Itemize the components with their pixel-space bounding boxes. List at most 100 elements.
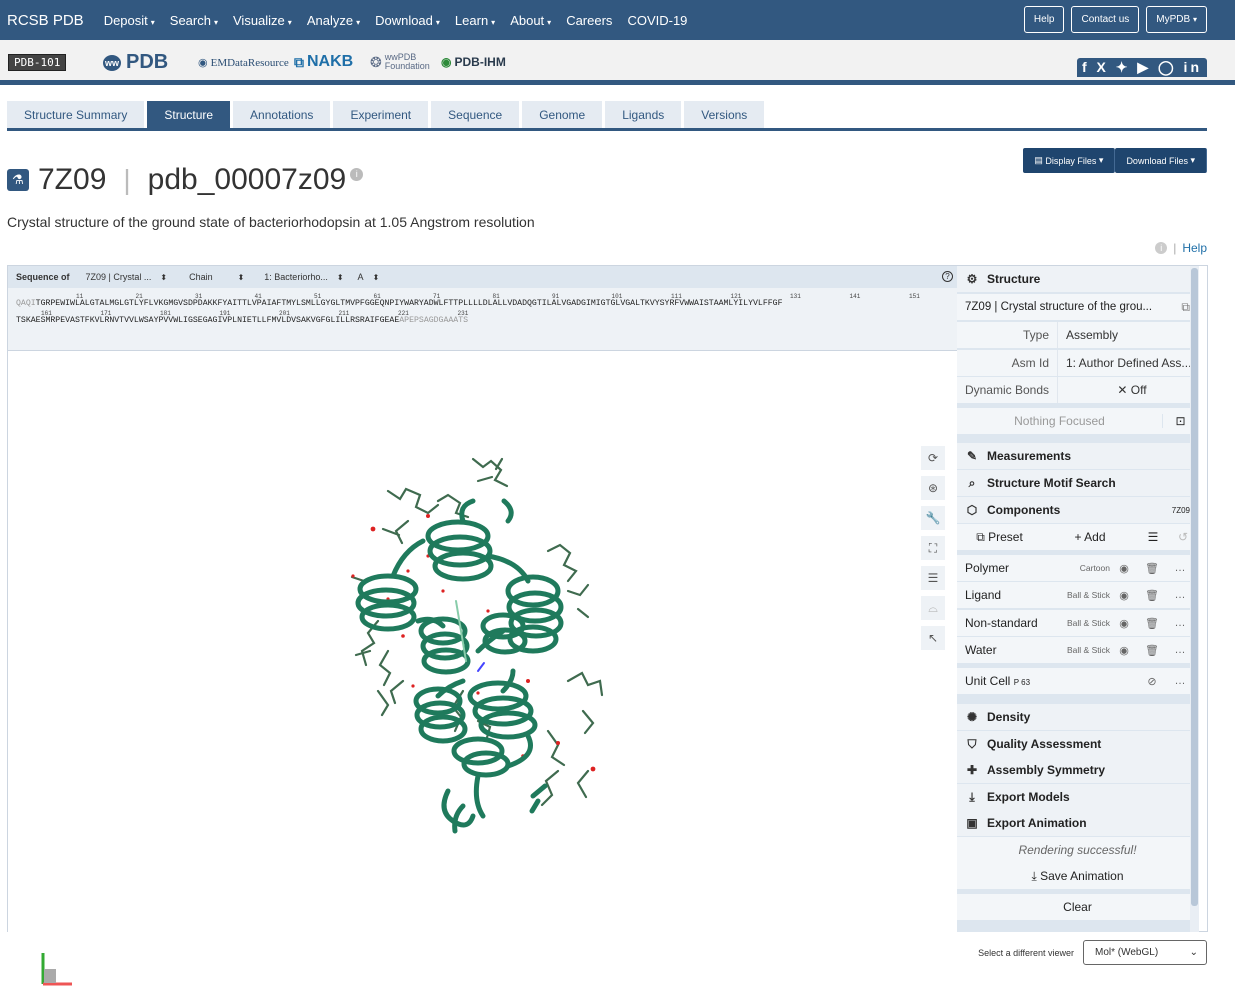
add-button[interactable]: + Add [1042, 530, 1138, 544]
eye-icon[interactable]: ◉ [1110, 617, 1138, 630]
sequence-line-2[interactable]: TSKAESMRPEVASTFKVLRNVTVVLWSAYPVVWLIGSEGA… [16, 316, 468, 325]
axes-indicator [41, 953, 72, 986]
chain-id-select[interactable]: A ⬍ [358, 272, 380, 282]
partner-bar: PDB-101 ww PDB ◉ EMDataResource ⧉ NAKB ❂ wwP… [0, 40, 1235, 85]
rendering-status: Rendering successful! [957, 837, 1198, 863]
nav-deposit[interactable]: Deposit ▾ [104, 13, 155, 28]
asm-value[interactable]: 1: Author Defined Ass... [1057, 350, 1198, 376]
trash-icon[interactable]: 🗑 [1138, 617, 1166, 630]
residue-number: 131 [790, 293, 801, 300]
select-cursor-icon[interactable]: ↖ [921, 626, 945, 650]
panel-scrollbar[interactable] [1190, 266, 1199, 932]
quality-header[interactable]: ⛉ Quality Assessment [957, 731, 1198, 757]
puzzle-icon: ✚ [966, 763, 978, 777]
molecule-render[interactable] [8, 351, 958, 932]
emdataresource-logo[interactable]: ◉ EMDataResource [198, 56, 289, 70]
eye-icon[interactable]: ◉ [1110, 644, 1138, 657]
nav-about[interactable]: About ▾ [510, 13, 551, 28]
wrench-icon[interactable]: 🔧 [921, 506, 945, 530]
component-polymer[interactable]: Polymer Cartoon ◉ 🗑… [957, 555, 1198, 581]
tab-versions[interactable]: Versions [684, 101, 765, 128]
clear-button[interactable]: Clear [957, 894, 1198, 920]
mypdb-button[interactable]: MyPDB ▾ [1146, 6, 1207, 33]
tab-structure[interactable]: Structure [147, 101, 231, 128]
export-models-header[interactable]: ⤓ Export Models [957, 784, 1198, 810]
top-navbar: RCSB PDB Deposit ▾ Search ▾ Visualize ▾ Ana… [0, 0, 1235, 40]
nav-careers[interactable]: Careers [566, 13, 612, 28]
brand-link[interactable]: RCSB PDB [7, 12, 84, 29]
chain-select[interactable]: Chain ⬍ [189, 272, 244, 282]
sequence-line-1[interactable]: QAQITGRPEWIWLALGTALMGLGTLYFLVKGMGVSDPDAK… [16, 299, 782, 308]
file-buttons: ▤ Display Files ▾ Download Files ▾ [1023, 148, 1207, 173]
measurements-header[interactable]: ✎ Measurements [957, 443, 1198, 469]
tab-genome[interactable]: Genome [522, 101, 603, 128]
display-files-button[interactable]: ▤ Display Files ▾ [1023, 148, 1116, 173]
contact-button[interactable]: Contact us [1071, 6, 1140, 33]
motif-search-header[interactable]: ⌕ Structure Motif Search [957, 470, 1198, 496]
social-icons[interactable]: f X ✦ ▶ ◯ in [1076, 58, 1207, 77]
reset-camera-icon[interactable]: ⟳ [921, 446, 945, 470]
nav-search[interactable]: Search ▾ [170, 13, 218, 28]
entity-select[interactable]: 1: Bacteriorho... ⬍ [264, 272, 343, 282]
nav-learn[interactable]: Learn ▾ [455, 13, 495, 28]
nav-visualize[interactable]: Visualize ▾ [233, 13, 292, 28]
component-nonstandard[interactable]: Non-standard Ball & Stick ◉ 🗑… [957, 610, 1198, 636]
vr-icon[interactable]: ⌓ [921, 596, 945, 620]
component-ligand[interactable]: Ligand Ball & Stick ◉ 🗑… [957, 582, 1198, 608]
tab-structure-summary[interactable]: Structure Summary [7, 101, 145, 128]
tab-sequence[interactable]: Sequence [431, 101, 520, 128]
dynamic-bonds-toggle[interactable]: ✕ Off [1057, 377, 1198, 403]
wwpdb-logo[interactable]: ww PDB [103, 51, 168, 74]
file-icon: ▤ [1034, 155, 1046, 165]
help-link[interactable]: Help [1182, 241, 1207, 255]
eye-icon[interactable]: ◉ [1110, 562, 1138, 575]
density-header[interactable]: ✺ Density [957, 704, 1198, 730]
save-animation-button[interactable]: ⤓ Save Animation [957, 863, 1198, 889]
tab-experiment[interactable]: Experiment [333, 101, 429, 128]
title-separator: | [123, 164, 131, 195]
eye-icon[interactable]: ◉ [1110, 589, 1138, 602]
trash-icon[interactable]: 🗑 [1138, 589, 1166, 602]
expand-icon[interactable]: ⛶ [921, 536, 945, 560]
options-icon[interactable]: ☰ [1138, 530, 1168, 544]
settings-sliders-icon[interactable]: ☰ [921, 566, 945, 590]
tab-annotations[interactable]: Annotations [233, 101, 331, 128]
nav-covid[interactable]: COVID-19 [627, 13, 687, 28]
trash-icon[interactable]: 🗑 [1138, 644, 1166, 657]
bonds-label: Dynamic Bonds [957, 377, 1057, 403]
info-icon[interactable]: i [350, 167, 364, 181]
symmetry-header[interactable]: ✚ Assembly Symmetry [957, 757, 1198, 783]
components-header[interactable]: ⬡ Components 7Z09 [957, 497, 1198, 523]
trash-icon[interactable]: 🗑 [1138, 562, 1166, 575]
sequence-header: Sequence of 7Z09 | Crystal ... ⬍ Chain ⬍ 1… [8, 266, 958, 288]
focus-row: Nothing Focused ⊡ [957, 408, 1198, 434]
type-value[interactable]: Assembly [1057, 322, 1198, 348]
nav-download[interactable]: Download ▾ [375, 13, 440, 28]
viewer-select[interactable]: Mol* (WebGL) ⌄ [1083, 940, 1207, 965]
structure-select[interactable]: 7Z09 | Crystal structure of the grou... ⧉ [957, 294, 1198, 320]
screenshot-icon[interactable]: ⊛ [921, 476, 945, 500]
3d-canvas[interactable]: ⟳ ⊛ 🔧 ⛶ ☰ ⌓ ↖ [8, 351, 958, 986]
help-icon[interactable]: ? [942, 271, 953, 282]
nakb-logo[interactable]: ⧉ NAKB [294, 53, 353, 71]
components-id: 7Z09 [1171, 505, 1190, 515]
pdb101-logo[interactable]: PDB-101 [8, 54, 67, 71]
export-animation-header[interactable]: ▣ Export Animation [957, 810, 1198, 836]
unit-cell-row[interactable]: Unit Cell P 63 ⊘… [957, 668, 1198, 694]
preset-button[interactable]: ⧉ Preset [957, 530, 1042, 545]
wwpdb-foundation-logo[interactable]: ❂ wwPDB Foundation [370, 53, 430, 71]
download-files-button[interactable]: Download Files ▾ [1115, 148, 1207, 173]
help-button[interactable]: Help [1023, 6, 1065, 33]
tab-ligands[interactable]: Ligands [605, 101, 682, 128]
eye-off-icon[interactable]: ⊘ [1138, 675, 1166, 688]
pdb-ihm-logo[interactable]: ◉ PDB-IHM [441, 55, 506, 69]
structure-header[interactable]: ⚙ Structure [957, 266, 1198, 292]
viewer-selector: Select a different viewer Mol* (WebGL) ⌄ [978, 940, 1207, 965]
info-icon[interactable]: i [1155, 242, 1168, 254]
entry-select[interactable]: 7Z09 | Crystal ... ⬍ [86, 272, 168, 282]
cube-icon: ⬡ [966, 503, 978, 517]
copy-icon[interactable]: ⧉ [1181, 300, 1190, 315]
gear-icon: ⚙ [966, 272, 978, 286]
component-water[interactable]: Water Ball & Stick ◉ 🗑… [957, 637, 1198, 663]
nav-analyze[interactable]: Analyze ▾ [307, 13, 360, 28]
